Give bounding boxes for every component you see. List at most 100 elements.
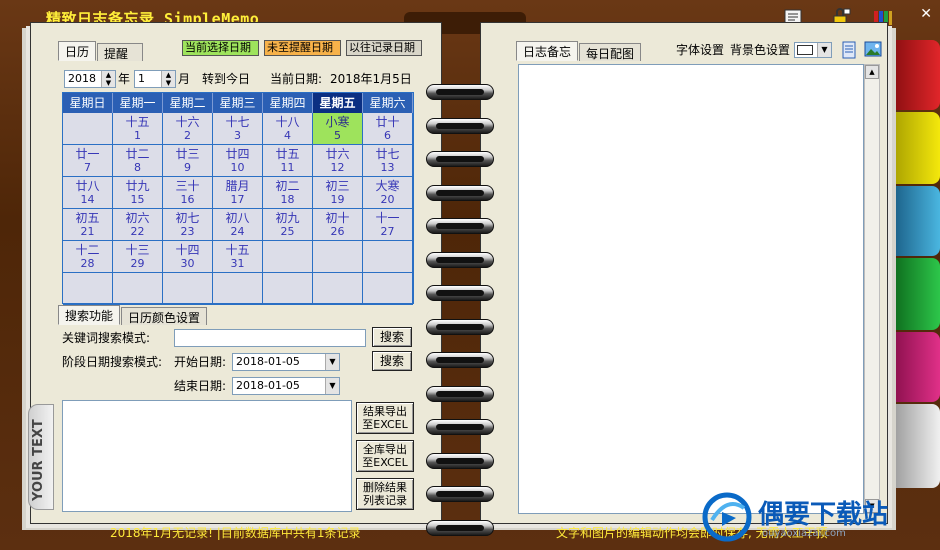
keyword-search-button[interactable]: 搜索 (372, 327, 412, 347)
goto-today-link[interactable]: 转到今日 (202, 71, 250, 87)
calendar-day-cell[interactable]: 初七 23 (163, 209, 213, 241)
lunar-date: 廿二 (125, 147, 150, 161)
calendar-day-cell[interactable] (263, 241, 313, 273)
calendar-day-cell[interactable]: 三十 16 (163, 177, 213, 209)
calendar-day-cell[interactable]: 十二 28 (63, 241, 113, 273)
calendar-day-cell[interactable] (113, 273, 163, 305)
index-tab-red[interactable] (892, 40, 940, 110)
stepper-arrows-icon[interactable]: ▲ ▼ (101, 71, 115, 87)
search-results-list[interactable] (62, 400, 352, 512)
calendar-day-cell[interactable]: 初二 18 (263, 177, 313, 209)
calendar-day-cell[interactable]: 十八 4 (263, 113, 313, 145)
stepper-arrows-icon[interactable]: ▲ ▼ (161, 71, 175, 87)
calendar-day-cell[interactable]: 廿四 10 (213, 145, 263, 177)
range-search-button[interactable]: 搜索 (372, 351, 412, 371)
calendar-day-cell[interactable]: 廿五 11 (263, 145, 313, 177)
export-results-button[interactable]: 结果导出 至EXCEL (356, 402, 414, 434)
index-tab-gray[interactable] (892, 404, 940, 488)
year-label: 年 (118, 72, 131, 86)
dropdown-arrow-icon[interactable]: ▼ (325, 354, 339, 370)
year-stepper[interactable]: 2018 ▲ ▼ (64, 70, 116, 88)
calendar-day-cell[interactable] (63, 113, 113, 145)
calendar-day-cell[interactable]: 初十 26 (313, 209, 363, 241)
image-icon[interactable] (864, 41, 882, 57)
calendar-day-cell[interactable]: 廿十 6 (363, 113, 413, 145)
calendar-day-cell[interactable] (313, 273, 363, 305)
weekday-header-cell: 星期二 (163, 93, 213, 113)
watermark-text: 偶要下载站 (758, 500, 889, 530)
calendar-day-cell[interactable]: 十五 31 (213, 241, 263, 273)
lunar-date: 初三 (325, 179, 350, 193)
day-number: 1 (134, 129, 141, 142)
day-number: 3 (234, 129, 241, 142)
calendar-day-cell[interactable]: 十三 29 (113, 241, 163, 273)
memo-text-area[interactable] (518, 64, 864, 514)
calendar-day-cell[interactable] (363, 273, 413, 305)
close-button[interactable]: ✕ (920, 6, 932, 22)
tab-daily-image[interactable]: 每日配图 (579, 43, 642, 61)
lunar-date: 初六 (125, 211, 150, 225)
calendar-day-cell[interactable]: 廿七 13 (363, 145, 413, 177)
calendar-day-cell[interactable] (63, 273, 113, 305)
memo-scrollbar[interactable]: ▲ ▼ (864, 64, 880, 514)
calendar-day-cell[interactable]: 初九 25 (263, 209, 313, 241)
document-icon[interactable] (842, 41, 856, 59)
calendar-day-cell[interactable]: 初六 22 (113, 209, 163, 241)
day-number: 6 (384, 129, 391, 142)
calendar-day-cell[interactable]: 廿三 9 (163, 145, 213, 177)
tab-calendar[interactable]: 日历 (58, 41, 97, 61)
dropdown-arrow-icon[interactable]: ▼ (325, 378, 339, 394)
calendar-day-cell[interactable]: 十五 1 (113, 113, 163, 145)
tab-diary-memo[interactable]: 日志备忘 (516, 41, 579, 61)
calendar-day-cell[interactable]: 小寒 5 (313, 113, 363, 145)
month-stepper[interactable]: 1 ▲ ▼ (134, 70, 176, 88)
calendar-day-cell[interactable]: 腊月 17 (213, 177, 263, 209)
font-settings-link[interactable]: 字体设置 (676, 42, 724, 58)
calendar-day-cell[interactable]: 十六 2 (163, 113, 213, 145)
day-number: 27 (380, 225, 395, 238)
legend-unreminded-date: 未至提醒日期 (264, 40, 341, 56)
side-strip: YOUR TEXT (28, 404, 54, 510)
scroll-up-icon[interactable]: ▲ (865, 65, 879, 79)
calendar-day-cell[interactable] (313, 241, 363, 273)
calendar-day-cell[interactable]: 十四 30 (163, 241, 213, 273)
calendar-day-cell[interactable] (163, 273, 213, 305)
calendar-day-cell[interactable]: 廿六 12 (313, 145, 363, 177)
delete-results-button[interactable]: 删除结果 列表记录 (356, 478, 414, 510)
dropdown-arrow-icon[interactable]: ▼ (817, 43, 831, 57)
calendar-day-cell[interactable] (363, 241, 413, 273)
spiral-ring (426, 218, 494, 234)
bg-color-settings-link[interactable]: 背景色设置 (730, 42, 790, 58)
calendar-day-cell[interactable] (213, 273, 263, 305)
calendar-day-cell[interactable]: 大寒 20 (363, 177, 413, 209)
calendar-day-cell[interactable]: 廿一 7 (63, 145, 113, 177)
calendar-day-cell[interactable] (263, 273, 313, 305)
tab-calendar-colors[interactable]: 日历颜色设置 (121, 307, 208, 325)
lunar-date: 廿六 (325, 147, 350, 161)
calendar-day-cell[interactable]: 廿二 8 (113, 145, 163, 177)
calendar-day-cell[interactable]: 初三 19 (313, 177, 363, 209)
keyword-input[interactable] (174, 329, 366, 347)
start-date-picker[interactable]: 2018-01-05 ▼ (232, 353, 340, 371)
ring-hole (436, 491, 484, 497)
calendar-day-cell[interactable]: 初八 24 (213, 209, 263, 241)
export-all-button[interactable]: 全库导出 至EXCEL (356, 440, 414, 472)
search-tab-row: 搜索功能 日历颜色设置 (58, 305, 208, 325)
calendar-day-cell[interactable]: 初五 21 (63, 209, 113, 241)
calendar-day-cell[interactable]: 十一 27 (363, 209, 413, 241)
calendar-day-cell[interactable]: 十七 3 (213, 113, 263, 145)
index-tab-yellow[interactable] (892, 112, 940, 184)
end-date-picker[interactable]: 2018-01-05 ▼ (232, 377, 340, 395)
index-tab-blue[interactable] (892, 186, 940, 256)
button-line: 全库导出 (363, 443, 407, 456)
tab-reminder[interactable]: 提醒 (97, 43, 144, 61)
tab-search[interactable]: 搜索功能 (58, 305, 121, 325)
bg-color-picker[interactable]: ▼ (794, 42, 832, 58)
lunar-date: 三十 (175, 179, 200, 193)
index-tab-green[interactable] (892, 258, 940, 330)
calendar-day-cell[interactable]: 廿九 15 (113, 177, 163, 209)
weekday-header-cell: 星期六 (363, 93, 413, 113)
calendar-day-cell[interactable]: 廿八 14 (63, 177, 113, 209)
button-line: 删除结果 (363, 481, 407, 494)
index-tab-pink[interactable] (892, 332, 940, 402)
